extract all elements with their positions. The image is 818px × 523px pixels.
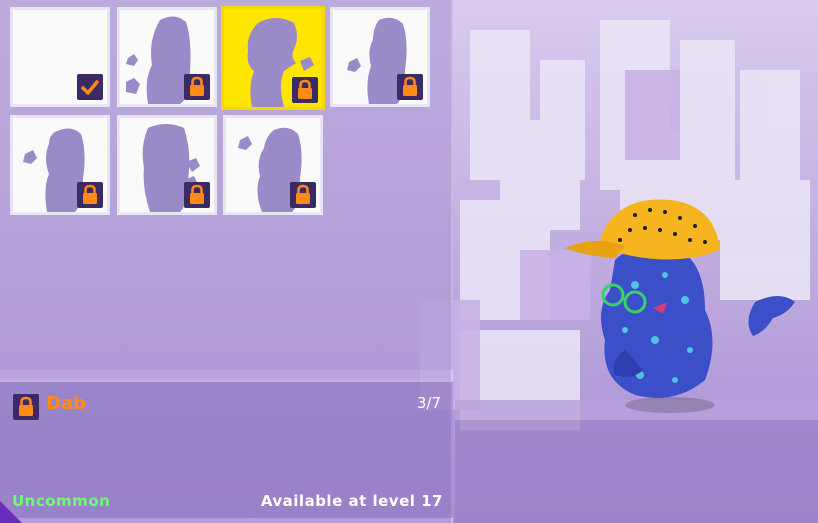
emote-counter: 3/7 <box>416 394 441 412</box>
lock-icon <box>190 184 204 204</box>
emote-card-3[interactable] <box>221 6 325 110</box>
locked-badge <box>290 182 316 208</box>
emote-card-7[interactable] <box>223 115 323 215</box>
emote-grid <box>0 0 453 370</box>
equipped-badge <box>77 74 103 100</box>
locked-badge <box>397 74 423 100</box>
emote-card-2[interactable] <box>117 7 217 107</box>
emote-panel: Dab 3/7 Uncommon Available at level 17 <box>0 0 453 523</box>
lock-icon <box>190 76 204 96</box>
locked-badge <box>77 182 103 208</box>
locked-badge <box>292 77 318 103</box>
emote-card-5[interactable] <box>10 115 110 215</box>
lock-icon <box>83 184 97 204</box>
locked-badge <box>184 182 210 208</box>
emote-card-4[interactable] <box>330 7 430 107</box>
lock-icon <box>298 79 312 99</box>
lock-icon <box>296 184 310 204</box>
emote-details-panel: Dab 3/7 Uncommon Available at level 17 <box>0 380 453 518</box>
locked-badge <box>184 74 210 100</box>
lock-icon <box>13 394 39 420</box>
corner-accent <box>0 501 22 523</box>
availability-label: Available at level 17 <box>260 492 443 510</box>
rarity-label: Uncommon <box>12 492 111 510</box>
character-preview <box>565 199 795 413</box>
emote-card-1[interactable] <box>10 7 110 107</box>
emote-name: Dab <box>46 393 86 414</box>
check-icon <box>81 80 99 95</box>
emote-card-6[interactable] <box>117 115 217 215</box>
lock-icon <box>403 76 417 96</box>
